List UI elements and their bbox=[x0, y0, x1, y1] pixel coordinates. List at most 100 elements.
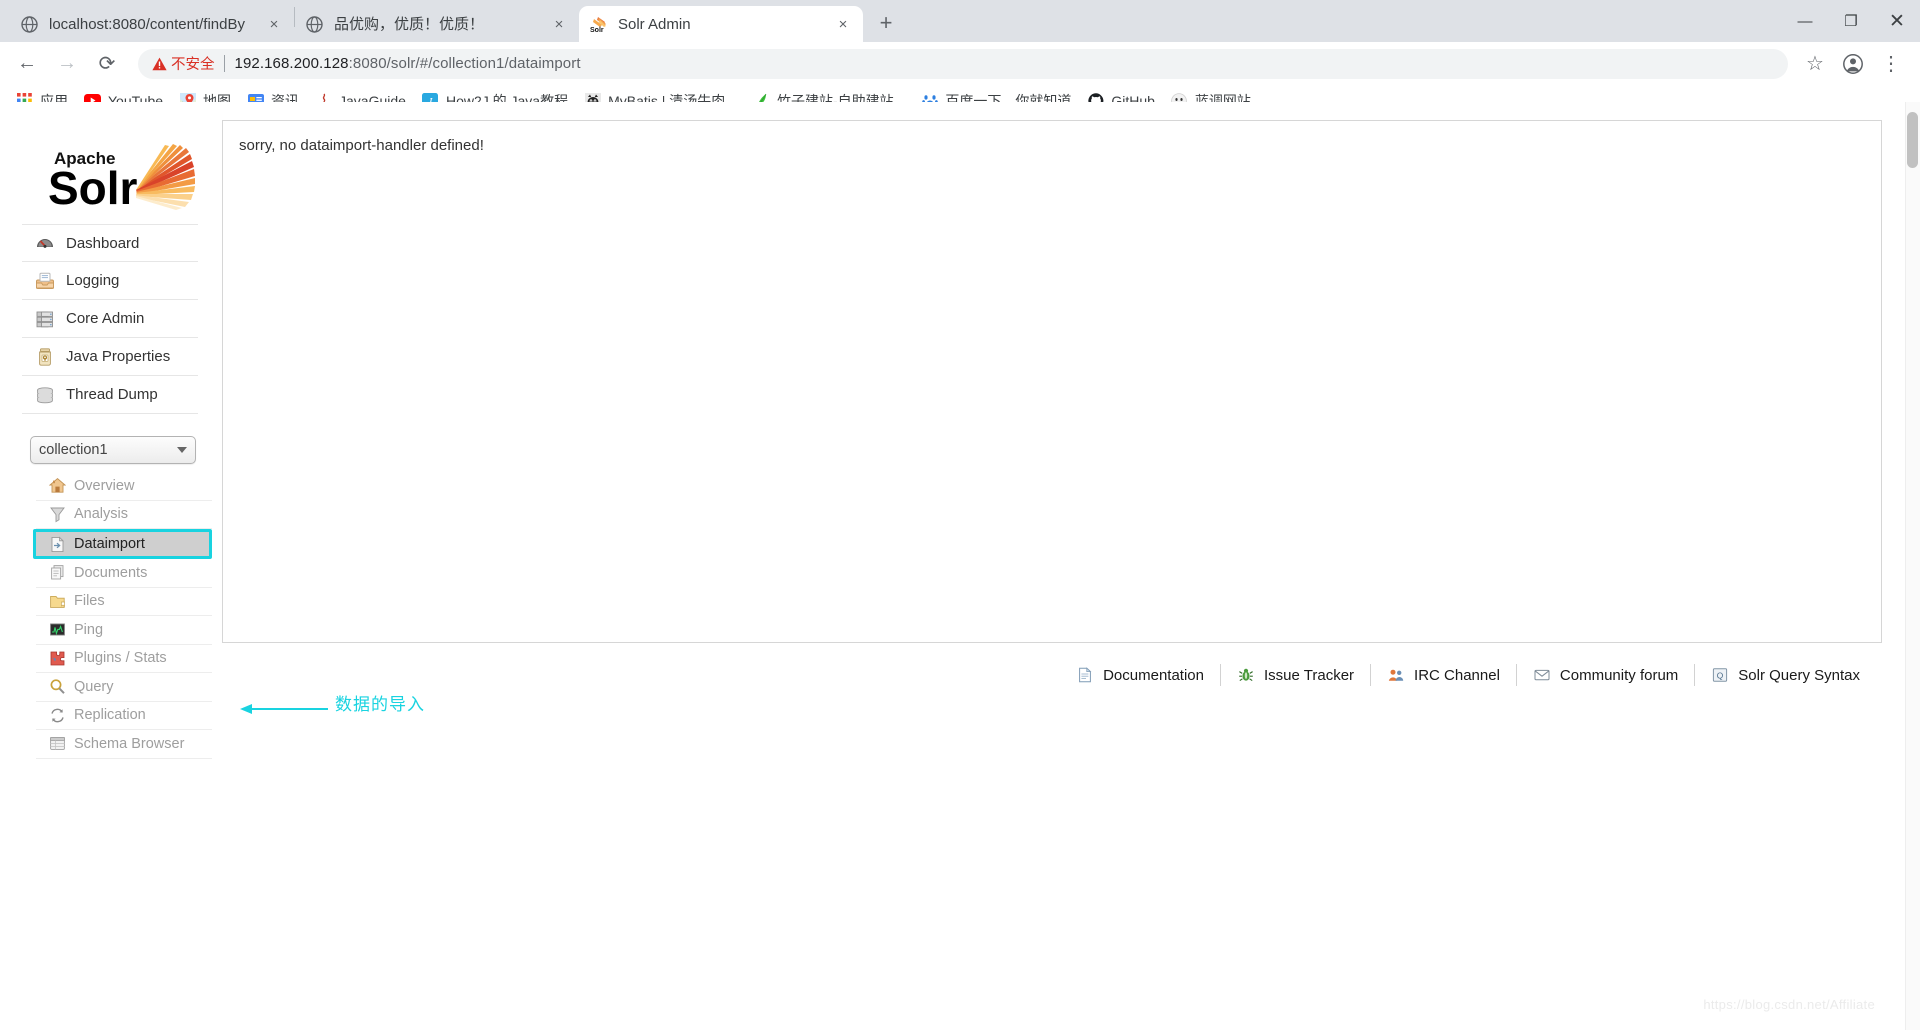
warning-triangle-icon bbox=[152, 57, 167, 71]
footer-link-label: Issue Tracker bbox=[1264, 666, 1355, 684]
page-viewport: Apache Solr Dashboard Logging Core Admin… bbox=[0, 102, 1920, 1030]
footer-link-solr-query-syntax[interactable]: Q Solr Query Syntax bbox=[1695, 664, 1882, 686]
sidebar-item-core-admin[interactable]: Core Admin bbox=[22, 300, 198, 338]
browser-menu-icon[interactable]: ⋮ bbox=[1874, 47, 1908, 81]
footer-links: Documentation Issue Tracker IRC Channel bbox=[222, 658, 1882, 692]
sidebar-item-overview[interactable]: Overview bbox=[36, 472, 212, 501]
svg-text:Q: Q bbox=[1717, 670, 1724, 680]
new-tab-button[interactable]: + bbox=[869, 6, 903, 40]
svg-text:Solr: Solr bbox=[590, 27, 604, 34]
sidebar-item-label: Core Admin bbox=[66, 310, 145, 327]
core-admin-server-icon bbox=[34, 308, 56, 330]
toolbar-right: ☆ ⋮ bbox=[1796, 47, 1910, 81]
footer-link-documentation[interactable]: Documentation bbox=[1060, 664, 1221, 686]
files-folder-icon bbox=[48, 592, 66, 610]
url-path: :8080/solr/#/collection1/dataimport bbox=[348, 55, 581, 72]
browser-toolbar: ← → ⟳ 不安全 192.168.200.128:8080/solr/#/co… bbox=[0, 42, 1920, 85]
dataimport-page-icon bbox=[48, 535, 66, 553]
sidebar-item-analysis[interactable]: Analysis bbox=[36, 501, 212, 529]
sidebar-item-replication[interactable]: Replication bbox=[36, 702, 212, 730]
footer-link-community-forum[interactable]: Community forum bbox=[1517, 664, 1696, 686]
no-handler-message: sorry, no dataimport-handler defined! bbox=[239, 137, 484, 154]
forward-icon[interactable]: → bbox=[50, 47, 84, 81]
sidebar-item-label: Dataimport bbox=[74, 536, 145, 552]
tab-title: Solr Admin bbox=[618, 15, 691, 33]
globe-icon bbox=[20, 15, 39, 34]
browser-tab-1[interactable]: localhost:8080/content/findBy × bbox=[10, 6, 294, 42]
sidebar-item-logging[interactable]: Logging bbox=[22, 262, 198, 300]
sidebar-item-query[interactable]: Query bbox=[36, 673, 212, 702]
maximize-icon[interactable]: ❐ bbox=[1828, 0, 1874, 42]
footer-link-label: Solr Query Syntax bbox=[1738, 666, 1860, 684]
account-icon[interactable] bbox=[1836, 47, 1870, 81]
sidebar-item-label: Query bbox=[74, 678, 114, 695]
insecure-label: 不安全 bbox=[171, 57, 215, 73]
sidebar-item-dataimport[interactable]: Dataimport bbox=[33, 529, 212, 559]
sidebar-item-java-properties[interactable]: Java Properties bbox=[22, 338, 198, 376]
bookmark-star-icon[interactable]: ☆ bbox=[1798, 47, 1832, 81]
sidebar-item-ping[interactable]: Ping bbox=[36, 616, 212, 645]
address-bar[interactable]: 不安全 192.168.200.128:8080/solr/#/collecti… bbox=[138, 48, 1788, 79]
sidebar-item-label: Replication bbox=[74, 707, 146, 724]
sidebar-item-label: Files bbox=[74, 593, 105, 610]
sidebar-item-label: Plugins / Stats bbox=[74, 650, 167, 667]
close-window-icon[interactable]: ✕ bbox=[1874, 0, 1920, 42]
logo-solr-text: Solr bbox=[48, 162, 138, 210]
footer-link-label: Community forum bbox=[1559, 666, 1679, 684]
close-icon[interactable]: × bbox=[264, 14, 284, 34]
core-selector-dropdown[interactable]: collection1 bbox=[30, 436, 196, 464]
core-selector-value: collection1 bbox=[39, 442, 108, 458]
main-menu: Dashboard Logging Core Admin Java Proper… bbox=[22, 224, 198, 414]
url-divider bbox=[223, 55, 225, 72]
footer-link-irc-channel[interactable]: IRC Channel bbox=[1371, 664, 1517, 686]
ping-chart-icon bbox=[48, 621, 66, 639]
java-properties-jar-icon bbox=[34, 346, 56, 368]
analysis-funnel-icon bbox=[48, 505, 66, 523]
solr-logo[interactable]: Apache Solr bbox=[40, 132, 200, 210]
dashboard-gauge-icon bbox=[34, 232, 56, 254]
sidebar-item-thread-dump[interactable]: Thread Dump bbox=[22, 376, 198, 414]
sidebar: Apache Solr Dashboard Logging Core Admin… bbox=[22, 120, 212, 759]
sidebar-item-dashboard[interactable]: Dashboard bbox=[22, 224, 198, 262]
url-text: 192.168.200.128:8080/solr/#/collection1/… bbox=[235, 55, 581, 72]
watermark-text: https://blog.csdn.net/Affiliate bbox=[1703, 997, 1875, 1012]
sidebar-item-label: Java Properties bbox=[66, 348, 171, 365]
solr-query-syntax-icon: Q bbox=[1711, 666, 1729, 684]
irc-channel-people-icon bbox=[1387, 666, 1405, 684]
browser-window: localhost:8080/content/findBy × 品优购，优质！优… bbox=[0, 0, 1920, 1030]
close-icon[interactable]: × bbox=[549, 14, 569, 34]
sidebar-item-documents[interactable]: Documents bbox=[36, 559, 212, 588]
thread-dump-stack-icon bbox=[34, 384, 56, 406]
sidebar-item-schema-browser[interactable]: Schema Browser bbox=[36, 730, 212, 759]
globe-icon bbox=[305, 15, 324, 34]
sidebar-item-files[interactable]: Files bbox=[36, 588, 212, 616]
sidebar-item-label: Analysis bbox=[74, 506, 128, 523]
annotation-label: 数据的导入 bbox=[335, 695, 425, 714]
documentation-page-icon bbox=[1076, 666, 1094, 684]
schema-browser-icon bbox=[48, 735, 66, 753]
sidebar-item-label: Overview bbox=[74, 477, 135, 494]
browser-tab-3[interactable]: Solr Solr Admin × bbox=[579, 6, 863, 42]
issue-tracker-bug-icon bbox=[1237, 666, 1255, 684]
page-scrollbar[interactable] bbox=[1905, 102, 1920, 1030]
window-controls: — ❐ ✕ bbox=[1782, 0, 1920, 42]
reload-icon[interactable]: ⟳ bbox=[90, 47, 124, 81]
footer-link-label: IRC Channel bbox=[1414, 666, 1500, 684]
documents-stack-icon bbox=[48, 564, 66, 582]
tab-title: 品优购，优质！优质！ bbox=[334, 15, 485, 33]
sidebar-item-label: Logging bbox=[66, 272, 120, 289]
footer-link-issue-tracker[interactable]: Issue Tracker bbox=[1221, 664, 1372, 686]
browser-tab-2[interactable]: 品优购，优质！优质！ × bbox=[295, 6, 579, 42]
close-icon[interactable]: × bbox=[833, 14, 853, 34]
tab-strip: localhost:8080/content/findBy × 品优购，优质！优… bbox=[0, 0, 1920, 42]
scrollbar-thumb[interactable] bbox=[1907, 112, 1918, 168]
back-icon[interactable]: ← bbox=[10, 47, 44, 81]
minimize-icon[interactable]: — bbox=[1782, 0, 1828, 42]
replication-sync-icon bbox=[48, 706, 66, 724]
chevron-down-icon bbox=[177, 447, 187, 453]
footer-link-label: Documentation bbox=[1103, 666, 1204, 684]
url-host: 192.168.200.128 bbox=[234, 55, 349, 72]
core-menu: Overview Analysis Dataimport Documents F… bbox=[33, 472, 212, 759]
sidebar-item-label: Schema Browser bbox=[74, 735, 185, 752]
sidebar-item-plugins-stats[interactable]: Plugins / Stats bbox=[36, 645, 212, 673]
